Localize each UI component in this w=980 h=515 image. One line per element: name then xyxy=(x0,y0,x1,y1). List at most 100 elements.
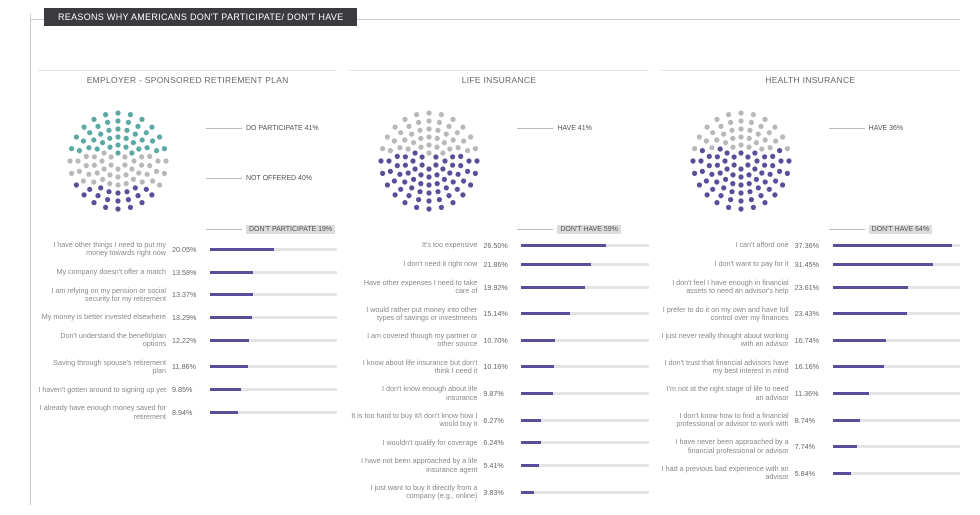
column-1: LIFE INSURANCEHAVE 41%DON'T HAVE 59%It's… xyxy=(349,70,648,511)
bar-label: I don't need it right now xyxy=(349,260,477,268)
bar-label: I can't afford one xyxy=(661,241,789,249)
bar-list: I can't afford one 37.36% I don't want to … xyxy=(661,241,960,482)
bar-label: I had a previous bad experience with an … xyxy=(661,465,789,482)
bar-value: 6.24% xyxy=(483,438,515,447)
legend-connector xyxy=(829,229,865,230)
bar-fill xyxy=(833,312,908,315)
bar-track xyxy=(521,263,648,266)
bar-row: I don't trust that financial advisors ha… xyxy=(661,359,960,376)
bar-value: 9.87% xyxy=(483,389,515,398)
legend-label: HAVE 41% xyxy=(557,125,592,132)
legend-label: DON'T HAVE 64% xyxy=(869,225,932,234)
bar-label: I would rather put money into other type… xyxy=(349,306,477,323)
bar-label: I haven't gotten around to signing up ye… xyxy=(38,386,166,394)
bar-label: It's too expensive xyxy=(349,241,477,249)
bar-track xyxy=(833,286,960,289)
bar-fill xyxy=(210,271,253,274)
bar-fill xyxy=(833,419,861,422)
bar-label: I don't know how to find a financial pro… xyxy=(661,412,789,429)
bar-track xyxy=(833,365,960,368)
legend-label: DON'T PARTICIPATE 19% xyxy=(246,225,335,234)
bar-track xyxy=(210,388,337,391)
column-title: HEALTH INSURANCE xyxy=(661,70,960,93)
bar-value: 23.61% xyxy=(795,283,827,292)
bar-value: 8.94% xyxy=(172,408,204,417)
legend-connector xyxy=(517,229,553,230)
bar-track xyxy=(210,271,337,274)
bar-fill xyxy=(521,441,541,444)
bar-track xyxy=(210,339,337,342)
bar-fill xyxy=(833,263,933,266)
bar-value: 6.27% xyxy=(483,416,515,425)
bar-track xyxy=(521,286,648,289)
bar-fill xyxy=(210,365,248,368)
bar-row: I don't feel I have enough in financial … xyxy=(661,279,960,296)
bar-value: 13.58% xyxy=(172,268,204,277)
bar-track xyxy=(833,312,960,315)
bar-row: I can't afford one 37.36% xyxy=(661,241,960,250)
bar-value: 15.14% xyxy=(483,309,515,318)
bar-fill xyxy=(210,411,238,414)
legend-item: HAVE 41% xyxy=(517,125,592,132)
bar-value: 13.37% xyxy=(172,290,204,299)
bar-fill xyxy=(521,339,555,342)
dot-chart xyxy=(359,95,509,229)
bar-track xyxy=(833,472,960,475)
bar-value: 13.29% xyxy=(172,313,204,322)
bar-row: I had a previous bad experience with an … xyxy=(661,465,960,482)
bar-row: It is too hard to buy it/I don't know ho… xyxy=(349,412,648,429)
bar-track xyxy=(521,491,648,494)
bar-row: I would rather put money into other type… xyxy=(349,306,648,323)
legend-item: DON'T PARTICIPATE 19% xyxy=(206,225,335,234)
legend-label: NOT OFFERED 40% xyxy=(246,175,312,182)
bar-value: 10.70% xyxy=(483,336,515,345)
bar-label: My company doesn't offer a match xyxy=(38,268,166,276)
bar-track xyxy=(210,365,337,368)
bar-row: I am relying on my pension or social sec… xyxy=(38,287,337,304)
bar-value: 37.36% xyxy=(795,241,827,250)
bar-fill xyxy=(833,445,858,448)
bar-row: My company doesn't offer a match 13.58% xyxy=(38,268,337,277)
dot-area: HAVE 41%DON'T HAVE 59% xyxy=(349,95,648,235)
bar-label: I don't want to pay for it xyxy=(661,260,789,268)
bar-value: 9.85% xyxy=(172,385,204,394)
bar-fill xyxy=(833,244,952,247)
bar-track xyxy=(210,248,337,251)
bar-row: I haven't gotten around to signing up ye… xyxy=(38,385,337,394)
bar-value: 31.45% xyxy=(795,260,827,269)
bar-fill xyxy=(833,472,852,475)
bar-track xyxy=(833,392,960,395)
bar-row: I have not been approached by a life ins… xyxy=(349,457,648,474)
bar-value: 10.16% xyxy=(483,362,515,371)
legend-connector xyxy=(517,128,553,129)
bar-label: I have never been approached by a financ… xyxy=(661,438,789,455)
bar-track xyxy=(521,244,648,247)
bar-fill xyxy=(833,339,886,342)
legend-item: NOT OFFERED 40% xyxy=(206,175,312,182)
bar-track xyxy=(833,263,960,266)
bar-track xyxy=(833,419,960,422)
bar-fill xyxy=(521,365,553,368)
bar-label: I have not been approached by a life ins… xyxy=(349,457,477,474)
bar-row: I just want to buy it directly from a co… xyxy=(349,484,648,501)
bar-label: I don't feel I have enough in financial … xyxy=(661,279,789,296)
bar-track xyxy=(521,339,648,342)
bar-list: It's too expensive26.50%I don't need it … xyxy=(349,241,648,501)
bar-label: It is too hard to buy it/I don't know ho… xyxy=(349,412,477,429)
bar-label: I already have enough money saved for re… xyxy=(38,404,166,421)
bar-fill xyxy=(210,293,253,296)
bar-value: 20.05% xyxy=(172,245,204,254)
bar-value: 12.22% xyxy=(172,336,204,345)
bar-fill xyxy=(521,312,569,315)
legend-item: HAVE 36% xyxy=(829,125,904,132)
bar-fill xyxy=(833,365,884,368)
bar-fill xyxy=(521,464,538,467)
bar-value: 7.74% xyxy=(795,442,827,451)
bar-track xyxy=(521,419,648,422)
bar-label: I don't trust that financial advisors ha… xyxy=(661,359,789,376)
bar-row: I know about life insurance but don't th… xyxy=(349,359,648,376)
legend-connector xyxy=(206,128,242,129)
bar-track xyxy=(833,244,960,247)
bar-value: 11.36% xyxy=(795,389,827,398)
bar-row: I have never been approached by a financ… xyxy=(661,438,960,455)
